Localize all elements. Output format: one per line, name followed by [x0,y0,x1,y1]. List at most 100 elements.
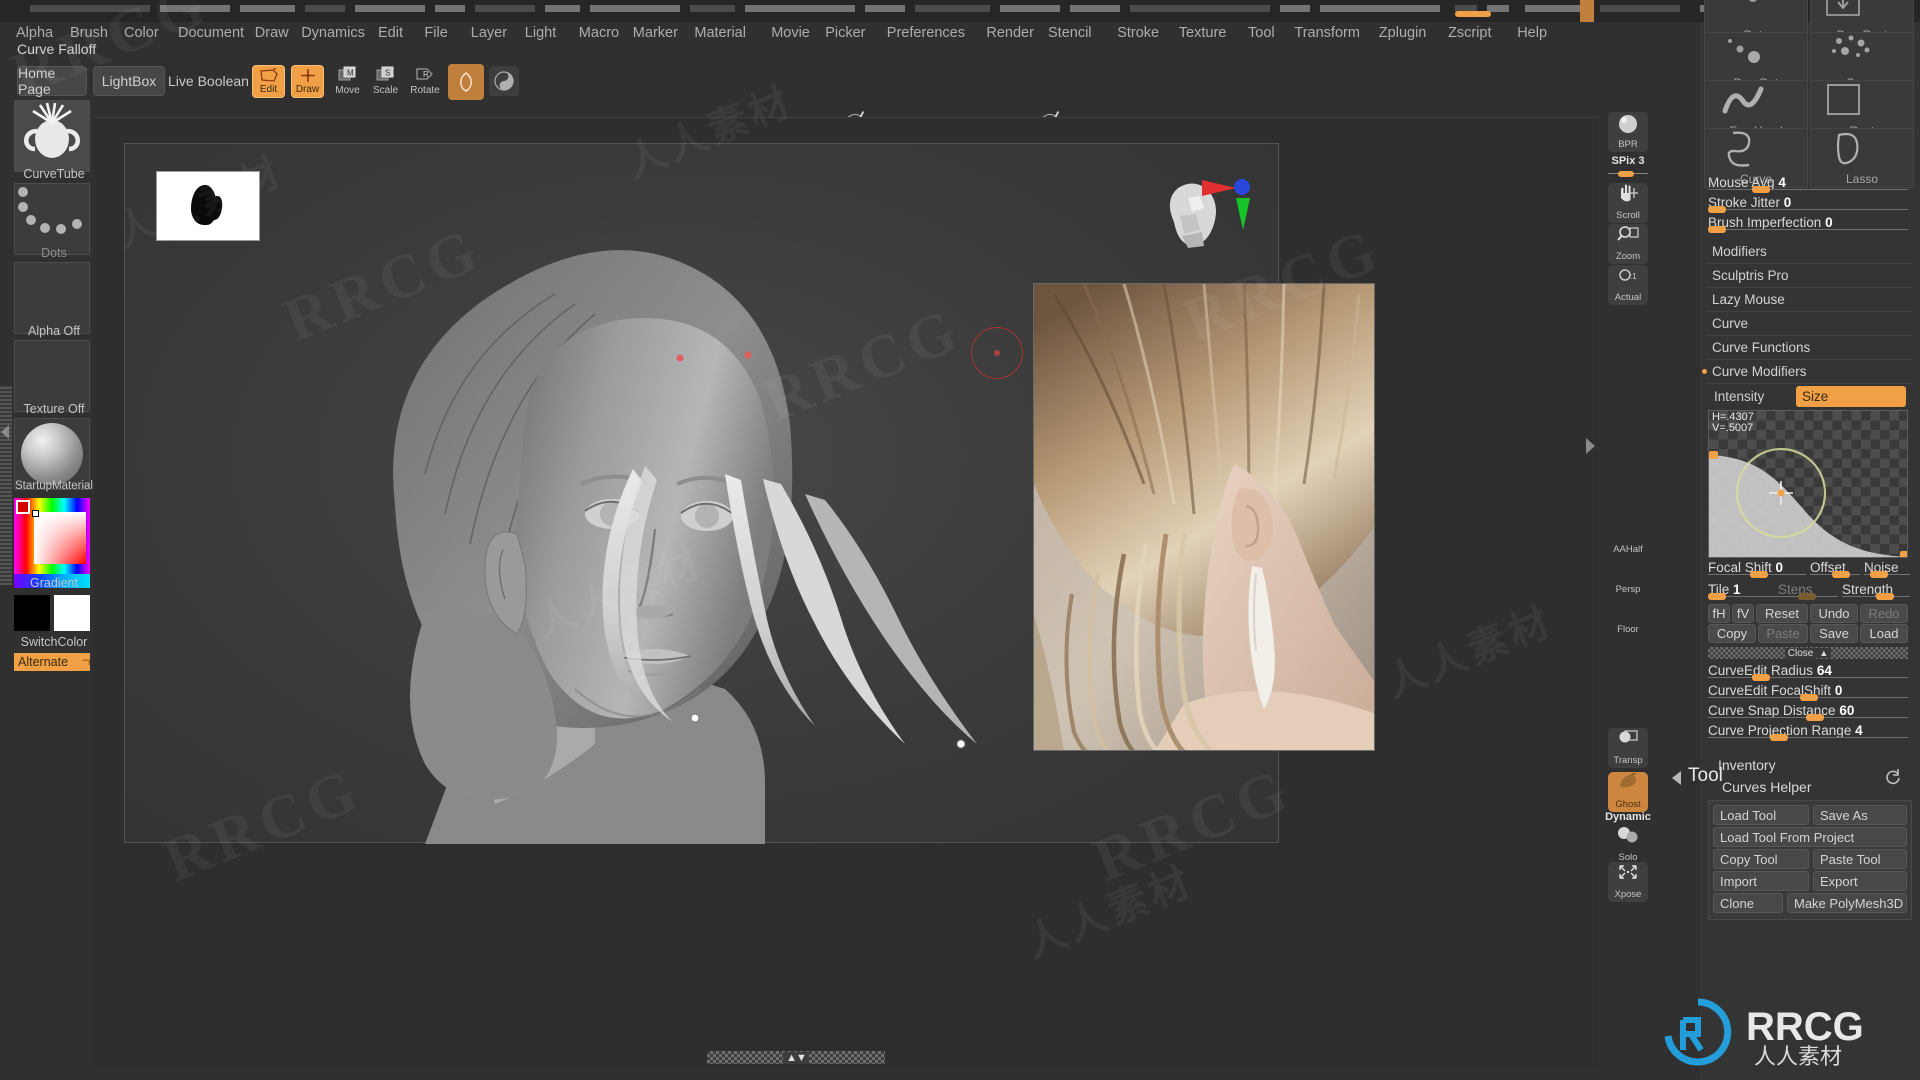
curve-tile-slider[interactable]: Tile 1 [1708,582,1778,600]
menu-item-tool[interactable]: Tool [1246,22,1277,44]
top-strip-slider-knob[interactable] [1455,11,1491,17]
document-canvas[interactable] [124,143,1375,844]
menu-item-color[interactable]: Color [122,22,161,44]
menu-item-file[interactable]: File [422,22,449,44]
load-tool-from-project-button[interactable]: Load Tool From Project [1713,827,1907,847]
curves-helper-section[interactable]: Curves Helper [1722,779,1811,795]
curve-paste-button[interactable]: Paste [1758,624,1808,643]
curve-focal-shift-slider[interactable]: Focal Shift 0 [1708,560,1806,578]
brush-swatch[interactable] [14,100,90,172]
menu-item-document[interactable]: Document [176,22,246,44]
menu-item-stroke[interactable]: Stroke [1115,22,1161,44]
switchcolor-label[interactable]: SwitchColor [10,635,98,649]
primary-color-swatch[interactable] [14,595,50,631]
bpr-button[interactable]: BPR [1608,112,1648,152]
curve-fv-button[interactable]: fV [1732,604,1754,623]
curve-tab-size[interactable]: Size [1796,386,1906,407]
curve-noise-slider[interactable]: Noise [1864,560,1910,578]
menu-item-preferences[interactable]: Preferences [885,22,967,44]
curve-steps-slider[interactable]: Steps [1778,582,1838,600]
menu-item-light[interactable]: Light [523,22,558,44]
xpose-button[interactable]: Xpose [1608,862,1648,902]
ghost-button[interactable]: Ghost [1608,772,1648,812]
menu-item-draw[interactable]: Draw [253,22,291,44]
menu-item-macro[interactable]: Macro [577,22,621,44]
floor-button[interactable]: Floor [1608,597,1648,637]
curve-copy-button[interactable]: Copy [1708,624,1756,643]
persp-button[interactable]: Persp [1608,557,1648,597]
curve-redo-button[interactable]: Redo [1860,604,1908,623]
export-button[interactable]: Export [1813,871,1907,891]
move-button[interactable]: M Move [331,65,364,98]
copy-tool-button[interactable]: Copy Tool [1713,849,1809,869]
rotate-button[interactable]: R Rotate [407,65,443,98]
top-strip-orange-block[interactable] [1580,0,1594,22]
row-curve-modifiers[interactable]: Curve Modifiers [1702,360,1912,384]
row-lazy-mouse[interactable]: Lazy Mouse [1706,288,1912,312]
menu-item-zscript[interactable]: Zscript [1446,22,1494,44]
curve-load-button[interactable]: Load [1860,624,1908,643]
live-boolean-button[interactable]: Live Boolean [168,73,249,89]
scale-button[interactable]: S Scale [369,65,402,98]
left-panel-collapse-arrow[interactable] [1,425,9,439]
row-sculptris-pro[interactable]: Sculptris Pro [1706,264,1912,288]
current-brush-swatch[interactable] [448,64,484,100]
dynamic-toggle-label[interactable]: Dynamic [1600,811,1656,823]
draw-button[interactable]: Draw [291,65,324,98]
menu-item-picker[interactable]: Picker [823,22,867,44]
curve-editor[interactable]: H=.4307 V=.5007 [1708,410,1908,558]
close-section-bar[interactable]: Close ▲ [1708,647,1908,659]
zoom-button[interactable]: Zoom [1608,224,1648,264]
aahalf-button[interactable]: AAHalf [1608,517,1648,557]
paste-tool-button[interactable]: Paste Tool [1813,849,1907,869]
menu-item-marker[interactable]: Marker [631,22,680,44]
load-tool-button[interactable]: Load Tool [1713,805,1809,825]
transp-button[interactable]: Transp [1608,728,1648,768]
curve-fh-button[interactable]: fH [1708,604,1730,623]
curve-projection-range-slider[interactable]: Curve Projection Range 4 [1708,723,1908,741]
menu-item-material[interactable]: Material [692,22,748,44]
canvas-right-collapse-arrow[interactable] [1586,438,1595,454]
color-picker[interactable] [14,498,90,574]
curve-snap-distance-slider[interactable]: Curve Snap Distance 60 [1708,703,1908,721]
row-curve-functions[interactable]: Curve Functions [1706,336,1912,360]
canvas-bottom-scroll[interactable]: ▲▼ [707,1051,885,1064]
curve-save-button[interactable]: Save [1810,624,1858,643]
make-polymesh3d-button[interactable]: Make PolyMesh3D [1787,893,1907,913]
curveedit-focalshift-slider[interactable]: CurveEdit FocalShift 0 [1708,683,1908,701]
spix-slider[interactable] [1608,171,1648,177]
edit-button[interactable]: Edit [252,65,285,98]
curveedit-radius-slider[interactable]: CurveEdit Radius 64 [1708,663,1908,681]
clone-button[interactable]: Clone [1713,893,1783,913]
curve-handle-start[interactable] [1709,451,1718,459]
menu-item-help[interactable]: Help [1515,22,1549,44]
import-button[interactable]: Import [1713,871,1809,891]
home-page-button[interactable]: Home Page [17,65,87,97]
menu-item-transform[interactable]: Transform [1292,22,1362,44]
row-modifiers[interactable]: Modifiers [1706,240,1912,264]
solo-button[interactable]: Solo [1608,825,1648,865]
lightbox-button[interactable]: LightBox [93,66,165,96]
stroke-swatch[interactable] [14,183,90,255]
spix-label[interactable]: SPix 3 [1600,155,1656,167]
menu-item-texture[interactable]: Texture [1177,22,1229,44]
row-curve[interactable]: Curve [1706,312,1912,336]
menu-item-dynamics[interactable]: Dynamics [299,22,367,44]
alternate-button[interactable]: Alternate [14,653,90,671]
mouse-avg-slider[interactable]: Mouse Avg 4 [1708,175,1908,193]
navigation-gizmo[interactable] [1144,162,1254,272]
menu-item-layer[interactable]: Layer [469,22,509,44]
menu-item-stencil[interactable]: Stencil [1046,22,1094,44]
scroll-button[interactable]: Scroll [1608,183,1648,223]
curve-undo-button[interactable]: Undo [1810,604,1858,623]
curve-reset-button[interactable]: Reset [1756,604,1808,623]
color-picker-inner-square[interactable] [34,512,86,564]
left-panel-scroll-grip[interactable] [0,385,12,585]
secondary-color-swatch[interactable] [54,595,90,631]
brush-imperfection-slider[interactable]: Brush Imperfection 0 [1708,215,1908,233]
menu-item-movie[interactable]: Movie [769,22,812,44]
current-stroke-swatch[interactable] [489,66,519,96]
tool-section-arrow-icon[interactable] [1672,771,1681,785]
canvas-area[interactable]: ▲▼ [94,117,1599,1066]
menu-item-edit[interactable]: Edit [376,22,405,44]
